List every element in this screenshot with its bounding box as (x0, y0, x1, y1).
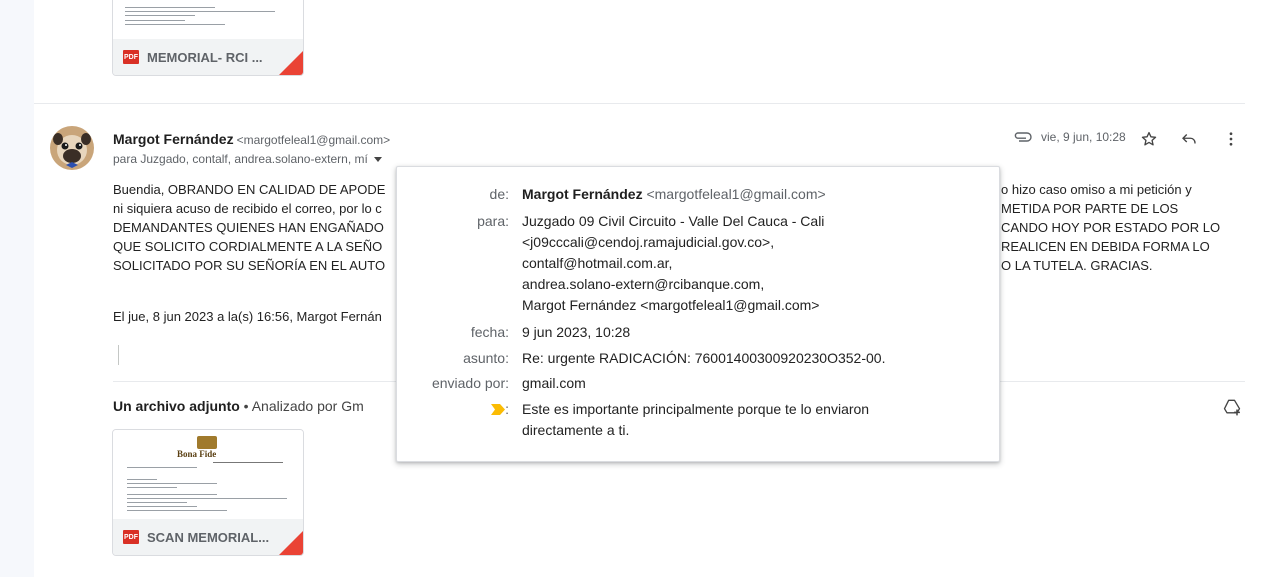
attachments-header: Un archivo adjunto • Analizado por Gm (113, 398, 364, 414)
from-name: Margot Fernández (522, 186, 643, 202)
body-line-right: REALICEN EN DEBIDA FORMA LO (1001, 239, 1210, 254)
attachment-card-top[interactable]: PDF MEMORIAL- RCI ... (112, 0, 304, 76)
attachments-count: Un archivo adjunto (113, 398, 240, 414)
to-line: Margot Fernández <margotfeleal1@gmail.co… (522, 297, 820, 313)
logo-text: Bona Fide (177, 449, 217, 459)
message-date: vie, 9 jun, 10:28 (1041, 130, 1126, 144)
label-to: para: (477, 213, 509, 229)
left-rail (0, 0, 34, 577)
message-date-area: vie, 9 jun, 10:28 (1013, 130, 1126, 144)
label-date: fecha: (470, 324, 509, 340)
star-icon[interactable] (1140, 130, 1158, 148)
label-important: : (505, 401, 509, 417)
message-separator (34, 103, 1245, 104)
body-line: SOLICITADO POR SU SEÑORÍA EN EL AUTO (113, 258, 386, 273)
to-line: Juzgado 09 Civil Circuito - Valle Del Ca… (522, 213, 825, 229)
body-line-right: METIDA POR PARTE DE LOS (1001, 201, 1179, 216)
body-line: Buendia, OBRANDO EN CALIDAD DE APODE (113, 182, 386, 197)
attachment-name: MEMORIAL- RCI ... (147, 49, 263, 65)
label-from: de: (489, 186, 509, 202)
sender-name-text[interactable]: Margot Fernández (113, 131, 234, 147)
to-line: contalf@hotmail.com.ar, (522, 255, 673, 271)
avatar[interactable] (50, 126, 94, 170)
message-details-popup: de: Margot Fernández <margotfeleal1@gmai… (396, 166, 1000, 462)
from-value: Margot Fernández <margotfeleal1@gmail.co… (522, 184, 826, 205)
body-line-right: O LA TUTELA. GRACIAS. (1001, 258, 1153, 273)
importance-line: Este es importante principalmente porque… (522, 401, 870, 417)
importance-reason: Este es importante principalmente porque… (522, 399, 869, 441)
add-to-drive-icon[interactable] (1222, 397, 1242, 417)
body-line: QUE SOLICITO CORDIALMENTE A LA SEÑO (113, 239, 383, 254)
attachment-name: SCAN MEMORIAL... (147, 529, 270, 545)
show-details-caret-icon[interactable] (373, 157, 382, 163)
more-vert-icon[interactable] (1222, 130, 1240, 148)
attachment-icon (1014, 132, 1032, 142)
attachments-scan-note: • Analizado por Gm (239, 398, 364, 414)
reply-icon[interactable] (1180, 130, 1198, 148)
attachment-footer: PDF SCAN MEMORIAL... (113, 519, 303, 555)
page-fold-icon (279, 51, 303, 75)
date-value: 9 jun 2023, 10:28 (522, 324, 631, 340)
quote-bar (118, 345, 119, 365)
to-values: Juzgado 09 Civil Circuito - Valle Del Ca… (522, 211, 824, 316)
label-subject: asunto: (463, 350, 509, 366)
body-line: ni siquiera acuso de recibido el correo,… (113, 201, 382, 216)
body-line-right: o hizo caso omiso a mi petición y (1001, 182, 1192, 197)
quoted-header: El jue, 8 jun 2023 a la(s) 16:56, Margot… (113, 309, 382, 324)
attachment-preview: Bona Fide (113, 430, 303, 519)
attachment-footer: PDF MEMORIAL- RCI ... (113, 39, 303, 75)
importance-label: : (491, 401, 509, 417)
label-mailed-by: enviado por: (431, 375, 509, 391)
sender-email: <margotfeleal1@gmail.com> (236, 133, 391, 147)
body-line-right: CANDO HOY POR ESTADO POR LO (1001, 220, 1221, 235)
to-line: <j09cccali@cendoj.ramajudicial.gov.co>, (522, 234, 775, 250)
important-marker-icon (491, 404, 506, 415)
to-line: andrea.solano-extern@rcibanque.com, (522, 276, 765, 292)
subject-value: Re: urgente RADICACIÓN: 7600140030092023… (522, 350, 886, 366)
attachment-preview (113, 0, 303, 39)
from-email: <margotfeleal1@gmail.com> (646, 186, 826, 202)
recipients-text: para Juzgado, contalf, andrea.solano-ext… (113, 152, 368, 166)
pdf-icon: PDF (123, 50, 139, 64)
recipients-summary[interactable]: para Juzgado, contalf, andrea.solano-ext… (113, 152, 382, 166)
pdf-icon: PDF (123, 530, 139, 544)
attachment-card[interactable]: Bona Fide PDF SCAN MEMORIAL... (112, 429, 304, 556)
page-fold-icon (279, 531, 303, 555)
mailed-by-value: gmail.com (522, 375, 586, 391)
sender-name[interactable]: Margot Fernández <margotfeleal1@gmail.com… (113, 131, 390, 147)
body-line: DEMANDANTES QUIENES HAN ENGAÑADO (113, 220, 384, 235)
bona-fide-logo (197, 436, 217, 449)
importance-line: directamente a ti. (522, 422, 630, 438)
